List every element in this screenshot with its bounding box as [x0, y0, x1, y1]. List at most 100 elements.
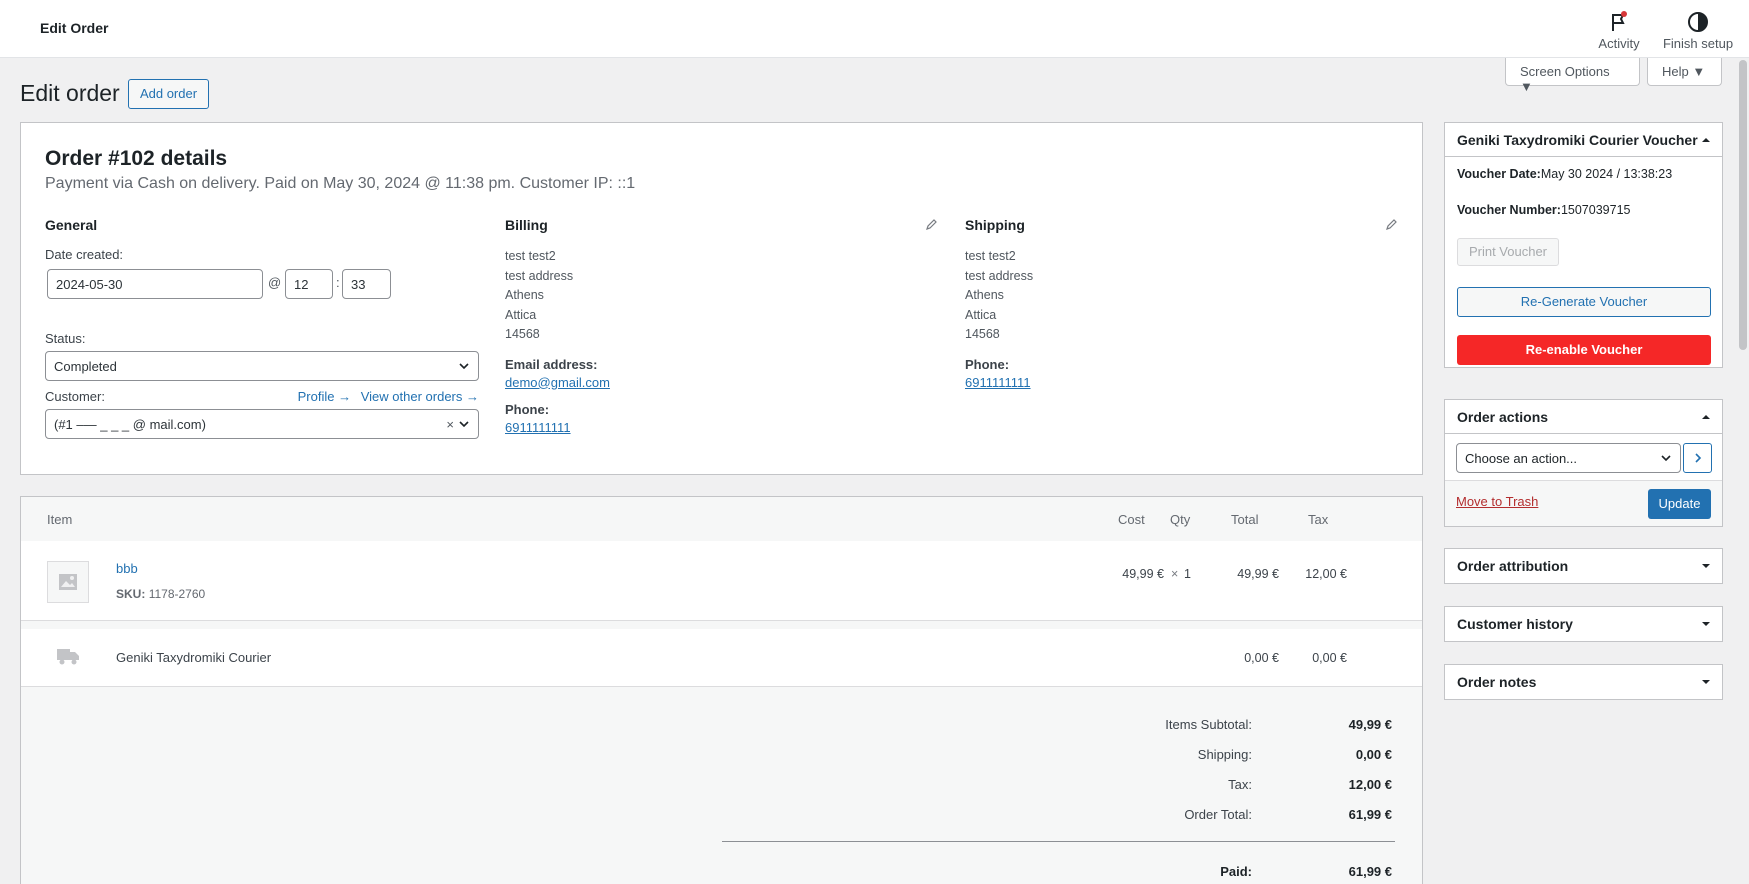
customer-value: (#1 –— _ _ _ @ mail.com) [54, 416, 206, 432]
activity-button[interactable]: Activity [1594, 10, 1644, 51]
header-item[interactable]: Item [47, 512, 72, 527]
voucher-number: Voucher Number:1507039715 [1457, 203, 1630, 217]
order-heading: Order #102 details [45, 147, 228, 170]
shipping-line-total: 0,00 € [1244, 651, 1279, 665]
move-to-trash-link[interactable]: Move to Trash [1456, 494, 1538, 509]
order-action-select[interactable]: Choose an action... [1456, 443, 1681, 473]
product-tax: 12,00 € [1305, 567, 1347, 581]
tax-total-label: Tax: [1228, 777, 1252, 792]
paid-label: Paid: [1220, 864, 1252, 879]
hour-value: 12 [294, 276, 309, 292]
shipping-line: test test2 [965, 249, 1016, 263]
update-button[interactable]: Update [1648, 489, 1711, 519]
caret-down-icon[interactable] [1702, 620, 1710, 628]
status-select[interactable]: Completed [45, 351, 479, 381]
table-row: Geniki Taxydromiki Courier 0,00 € 0,00 € [21, 629, 1422, 687]
chevron-down-icon [459, 421, 469, 428]
product-name-link[interactable]: bbb [116, 561, 138, 576]
product-cost: 49,99 € [1122, 567, 1164, 581]
shipping-line: Athens [965, 288, 1004, 302]
header-qty[interactable]: Qty [1170, 512, 1190, 527]
activity-label: Activity [1598, 36, 1640, 51]
order-actions-header[interactable]: Order actions [1445, 400, 1722, 434]
product-total: 49,99 € [1237, 567, 1279, 581]
header-cost[interactable]: Cost [1118, 512, 1145, 527]
customer-label: Customer: [45, 389, 105, 404]
view-other-orders-link[interactable]: View other orders → [361, 389, 479, 404]
voucher-metabox: Geniki Taxydromiki Courier Voucher Vouch… [1444, 122, 1723, 368]
billing-email-link[interactable]: demo@gmail.com [505, 375, 939, 390]
shipping-line: 14568 [965, 327, 1000, 341]
order-attribution-metabox[interactable]: Order attribution [1444, 548, 1723, 584]
paid-value: 61,99 € [1348, 864, 1392, 879]
scrollbar-thumb[interactable] [1739, 60, 1747, 350]
hour-input[interactable]: 12 [285, 269, 333, 299]
billing-title: Billing [505, 217, 548, 233]
billing-phone-link[interactable]: 6911111111 [505, 420, 939, 435]
product-qty: 1 [1184, 567, 1191, 581]
chevron-right-icon [1694, 453, 1701, 463]
billing-address: test test2 test address Athens Attica 14… [505, 247, 939, 345]
chevron-down-icon [1661, 455, 1671, 462]
header-total[interactable]: Total [1231, 512, 1258, 527]
order-payment-info: Payment via Cash on delivery. Paid on Ma… [45, 175, 636, 192]
shipping-phone-label: Phone: [965, 356, 1010, 372]
customer-select[interactable]: (#1 –— _ _ _ @ mail.com) × [45, 409, 479, 439]
minute-value: 33 [351, 276, 366, 292]
items-table-header: Item Cost Qty Total Tax [21, 497, 1422, 541]
shipping-line: Attica [965, 307, 997, 322]
billing-line: 14568 [505, 327, 540, 341]
apply-action-button[interactable] [1683, 443, 1712, 473]
order-notes-metabox[interactable]: Order notes [1444, 664, 1723, 700]
caret-down-icon[interactable] [1702, 678, 1710, 686]
print-voucher-button[interactable]: Print Voucher [1457, 238, 1559, 266]
subtotal-label: Items Subtotal: [1165, 717, 1252, 732]
customer-history-title: Customer history [1457, 616, 1573, 632]
colon-separator: : [336, 275, 340, 290]
clear-customer-icon[interactable]: × [446, 417, 454, 432]
customer-history-header[interactable]: Customer history [1445, 607, 1722, 641]
billing-line: Athens [505, 288, 544, 302]
pencil-icon[interactable] [925, 217, 939, 231]
order-total-value: 61,99 € [1348, 807, 1392, 822]
header-tax[interactable]: Tax [1308, 512, 1328, 527]
voucher-metabox-header[interactable]: Geniki Taxydromiki Courier Voucher [1445, 123, 1722, 157]
shipping-method-name: Geniki Taxydromiki Courier [116, 650, 272, 665]
pencil-icon[interactable] [1385, 217, 1399, 231]
customer-history-metabox[interactable]: Customer history [1444, 606, 1723, 642]
order-attribution-title: Order attribution [1457, 558, 1569, 574]
chevron-down-icon [459, 363, 469, 370]
shipping-address: test test2 test address Athens Attica 14… [965, 247, 1399, 345]
order-actions-footer: Move to Trash Update [1445, 480, 1722, 526]
date-created-input[interactable]: 2024-05-30 [47, 269, 263, 299]
shipping-line: test address [965, 268, 1034, 283]
voucher-date-value: May 30 2024 / 13:38:23 [1540, 167, 1673, 181]
screen-options-button[interactable]: Screen Options ▼ [1505, 58, 1640, 94]
order-actions-title: Order actions [1457, 408, 1549, 425]
regenerate-voucher-button[interactable]: Re-Generate Voucher [1457, 287, 1711, 317]
top-bar-title: Edit Order [40, 20, 109, 36]
voucher-date: Voucher Date:May 30 2024 / 13:38:23 [1457, 167, 1672, 181]
shipping-phone-link[interactable]: 6911111111 [965, 375, 1399, 390]
order-attribution-header[interactable]: Order attribution [1445, 549, 1722, 583]
customer-links: Profile → View other orders → [292, 389, 479, 404]
caret-up-icon[interactable] [1702, 413, 1710, 421]
order-totals: Items Subtotal: 49,99 € Shipping: 0,00 €… [21, 687, 1422, 884]
order-notes-header[interactable]: Order notes [1445, 665, 1722, 699]
add-order-button[interactable]: Add order [128, 79, 209, 109]
voucher-metabox-title: Geniki Taxydromiki Courier Voucher [1457, 131, 1698, 148]
half-circle-icon [1688, 12, 1708, 32]
minute-input[interactable]: 33 [342, 269, 391, 299]
profile-link[interactable]: Profile → [298, 389, 351, 404]
finish-setup-button[interactable]: Finish setup [1660, 10, 1736, 51]
caret-down-icon[interactable] [1702, 562, 1710, 570]
order-actions-metabox: Order actions Choose an action... Move t… [1444, 399, 1723, 527]
sku-label: SKU: [116, 587, 146, 601]
product-thumbnail [47, 561, 89, 603]
billing-line: test address [505, 268, 574, 283]
reenable-voucher-button[interactable]: Re-enable Voucher [1457, 335, 1711, 365]
caret-up-icon[interactable] [1702, 136, 1710, 144]
qty-times-symbol: × [1171, 567, 1179, 581]
help-button[interactable]: Help ▼ [1647, 58, 1722, 86]
order-total-label: Order Total: [1184, 807, 1252, 822]
